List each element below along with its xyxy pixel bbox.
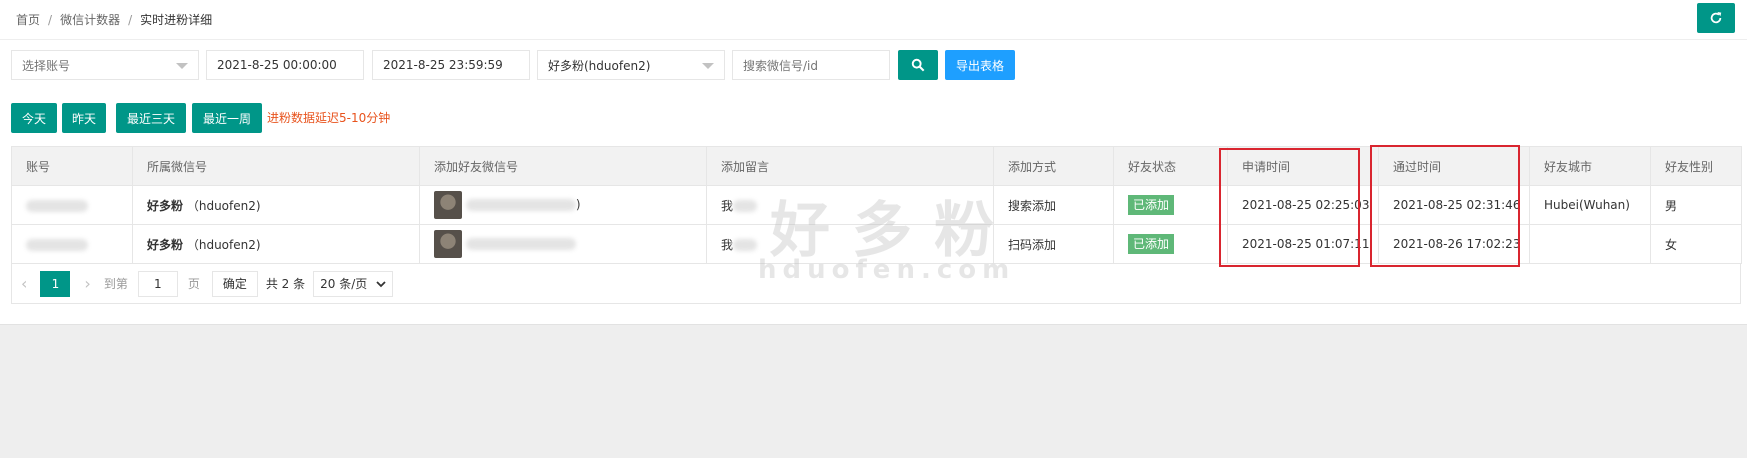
content-panel: 首页 / 微信计数器 / 实时进粉详细 选择账号 2021-8-25 00:00:00 …	[0, 0, 1747, 325]
account-select-placeholder: 选择账号	[22, 58, 71, 73]
breadcrumb-separator: /	[48, 13, 53, 27]
avatar	[434, 191, 462, 219]
method-cell: 搜索添加	[993, 185, 1114, 225]
refresh-button[interactable]	[1697, 3, 1735, 33]
owner-name: 好多粉	[147, 198, 184, 213]
message-text: 我	[721, 237, 734, 252]
caret-down-icon	[702, 63, 714, 69]
account-cell	[11, 185, 133, 225]
redacted-account	[26, 238, 88, 251]
chevron-left-icon[interactable]: ‹	[21, 274, 27, 293]
account-select[interactable]: 选择账号	[11, 50, 199, 80]
goto-label: 到第	[103, 277, 128, 291]
friend-id-suffix: )	[575, 197, 581, 212]
page-number-input[interactable]: 1	[137, 270, 178, 297]
start-time-input[interactable]: 2021-8-25 00:00:00	[206, 50, 364, 80]
owner-wechat-cell: 好多粉 （hduofen2)	[132, 224, 420, 264]
redacted-message	[733, 200, 758, 212]
status-badge: 已添加	[1128, 234, 1175, 254]
search-placeholder: 搜索微信号/id	[743, 58, 818, 73]
end-time-input[interactable]: 2021-8-25 23:59:59	[372, 50, 530, 80]
breadcrumb-wechat-counter[interactable]: 微信计数器	[60, 13, 120, 27]
column-header: 好友城市	[1529, 146, 1651, 186]
method-cell: 扫码添加	[993, 224, 1114, 264]
yesterday-button[interactable]: 昨天	[62, 103, 106, 133]
column-header: 添加好友微信号	[419, 146, 707, 186]
apply-time-highlight	[1219, 148, 1360, 267]
avatar	[434, 230, 462, 258]
column-header: 账号	[11, 146, 133, 186]
column-header: 所属微信号	[132, 146, 420, 186]
column-header: 好友状态	[1113, 146, 1228, 186]
column-header: 添加留言	[706, 146, 994, 186]
start-time-value: 2021-8-25 00:00:00	[217, 58, 337, 72]
status-cell: 已添加	[1113, 224, 1228, 264]
last-week-button[interactable]: 最近一周	[192, 103, 262, 133]
message-cell: 我	[706, 224, 994, 264]
breadcrumb: 首页 / 微信计数器 / 实时进粉详细	[16, 11, 212, 28]
total-count: 共 2 条	[265, 277, 306, 291]
last-three-days-button[interactable]: 最近三天	[116, 103, 186, 133]
redacted-friend-id	[465, 238, 576, 250]
page-unit-label: 页	[187, 277, 200, 291]
wechat-select[interactable]: 好多粉(hduofen2)	[537, 50, 725, 80]
redacted-message	[733, 239, 758, 251]
wechat-select-value: 好多粉(hduofen2)	[548, 58, 651, 73]
breadcrumb-home[interactable]: 首页	[16, 13, 40, 27]
breadcrumb-current: 实时进粉详细	[140, 13, 213, 27]
redacted-friend-id	[465, 199, 576, 211]
export-button[interactable]: 导出表格	[945, 50, 1015, 80]
message-cell: 我	[706, 185, 994, 225]
gender-cell: 男	[1650, 185, 1742, 225]
redacted-account	[26, 199, 88, 212]
end-time-value: 2021-8-25 23:59:59	[383, 58, 503, 72]
owner-id: （hduofen2)	[186, 237, 261, 252]
column-header: 添加方式	[993, 146, 1114, 186]
search-button[interactable]	[898, 50, 938, 80]
status-cell: 已添加	[1113, 185, 1228, 225]
gender-cell: 女	[1650, 224, 1742, 264]
city-cell: Hubei(Wuhan)	[1529, 185, 1651, 225]
message-text: 我	[721, 198, 734, 213]
owner-wechat-cell: 好多粉 （hduofen2)	[132, 185, 420, 225]
delay-notice: 进粉数据延迟5-10分钟	[267, 111, 391, 125]
city-cell	[1529, 224, 1651, 264]
search-icon	[911, 58, 925, 72]
chevron-right-icon[interactable]: ›	[84, 274, 90, 293]
friend-wechat-cell	[419, 224, 707, 264]
account-cell	[11, 224, 133, 264]
page-size-value: 20 条/页	[320, 277, 368, 291]
page-size-select[interactable]: 20 条/页	[313, 270, 394, 297]
friend-wechat-cell: )	[419, 185, 707, 225]
pagination: ‹ 1 › 到第 1 页 确定 共 2 条 20 条/页	[11, 264, 1741, 304]
chevron-down-icon	[376, 280, 386, 287]
goto-confirm-button[interactable]: 确定	[211, 270, 258, 297]
owner-id: （hduofen2)	[186, 198, 261, 213]
search-input[interactable]: 搜索微信号/id	[732, 50, 890, 80]
today-button[interactable]: 今天	[11, 103, 57, 133]
refresh-icon	[1710, 12, 1722, 24]
column-header: 好友性别	[1650, 146, 1742, 186]
header-divider	[0, 39, 1747, 40]
pass-time-highlight	[1370, 145, 1520, 267]
status-badge: 已添加	[1128, 195, 1175, 215]
current-page-button[interactable]: 1	[40, 270, 71, 297]
breadcrumb-separator: /	[128, 13, 133, 27]
owner-name: 好多粉	[147, 237, 184, 252]
caret-down-icon	[176, 63, 188, 69]
